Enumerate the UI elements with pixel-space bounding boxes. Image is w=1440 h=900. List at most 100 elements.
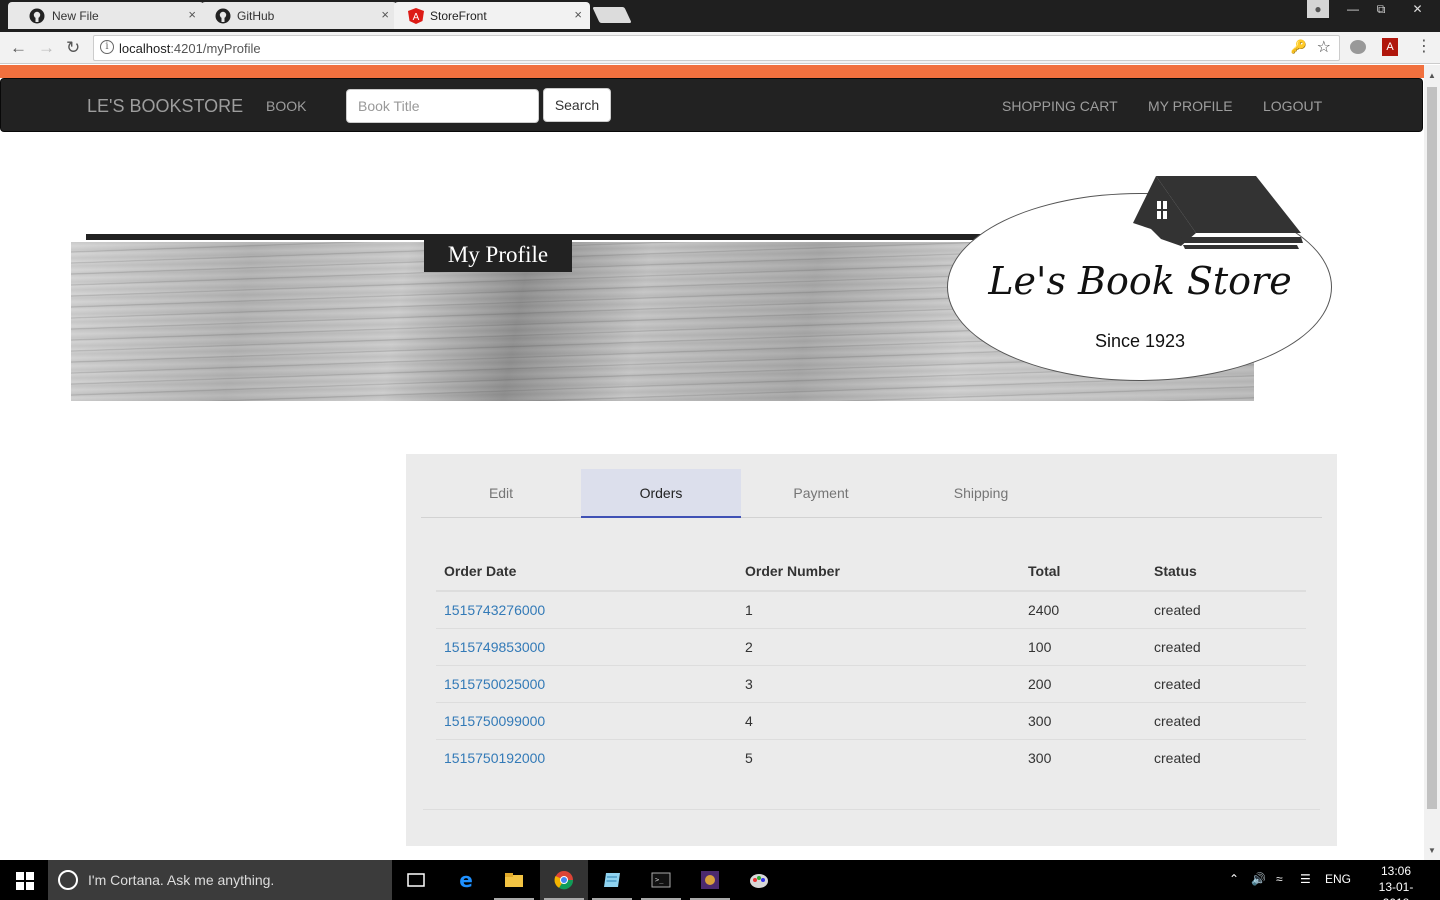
clock-date: 13-01-2018 [1378,880,1414,900]
nav-link-shopping-cart[interactable]: SHOPPING CART [1002,98,1118,114]
system-clock[interactable]: 13:06 13-01-2018 [1366,863,1426,900]
browser-tab-new-file[interactable]: New File × [8,2,204,29]
windows-taskbar: I'm Cortana. Ask me anything. e >_ ⌃ 🔊 ≈… [0,860,1440,900]
tray-chevron-icon[interactable]: ⌃ [1229,872,1239,886]
forward-arrow-icon[interactable]: → [38,38,55,58]
notepad-icon[interactable] [588,860,636,900]
order-date-link[interactable]: 1515750192000 [444,750,545,766]
order-status-cell: created [1146,702,1306,740]
brand-link[interactable]: LE'S BOOKSTORE [87,96,243,117]
table-header-row: Order Date Order Number Total Status [436,551,1306,592]
scrollbar-thumb[interactable] [1427,87,1437,809]
order-status-cell: created [1146,628,1306,666]
back-arrow-icon[interactable]: ← [10,38,27,58]
page-title: My Profile [424,238,572,272]
svg-text:>_: >_ [655,876,664,884]
paint-app-icon[interactable] [735,860,783,900]
info-icon[interactable]: i [100,40,114,54]
clock-time: 13:06 [1380,864,1412,878]
close-icon[interactable]: × [574,7,582,22]
wifi-icon[interactable]: ≈ [1276,872,1283,886]
github-icon [29,8,45,24]
order-status-cell: created [1154,749,1201,766]
new-tab-button[interactable] [592,7,632,23]
column-header-order-date: Order Date [436,551,737,592]
logo-since: Since 1923 [1094,331,1186,351]
scroll-down-icon[interactable]: ▼ [1428,846,1436,855]
close-icon[interactable]: × [188,7,196,22]
order-total-cell: 300 [1020,702,1146,740]
table-row: 1515749853000 2 100 created [436,628,1306,666]
page-viewport: LE'S BOOKSTORE BOOK Search SHOPPING CART… [0,65,1440,860]
pdf-extension-icon[interactable]: A [1382,38,1398,56]
address-bar[interactable]: i localhost:4201/myProfile 🔑 ☆ [93,35,1340,61]
profile-icon[interactable]: ● [1307,0,1329,18]
svg-text:e: e [459,870,473,890]
notification-icon[interactable]: ☰ [1300,872,1311,886]
tab-edit[interactable]: Edit [421,469,581,517]
window-controls: ● — ⧉ ✕ [1307,0,1440,20]
orders-table: Order Date Order Number Total Status 151… [436,551,1306,776]
book-title-search-input[interactable] [346,89,539,123]
close-icon[interactable]: × [381,7,389,22]
extension-icon[interactable] [1350,40,1366,54]
table-row: 1515750099000 4 300 created [436,702,1306,740]
browser-tab-github[interactable]: GitHub × [201,2,397,29]
tab-payment[interactable]: Payment [741,469,901,517]
svg-text:A: A [413,12,420,23]
bookmark-star-icon[interactable]: ☆ [1317,37,1331,57]
cortana-search-box[interactable]: I'm Cortana. Ask me anything. [48,860,392,900]
column-header-order-number: Order Number [737,551,1020,592]
terminal-icon[interactable]: >_ [637,860,685,900]
page-scrollbar[interactable]: ▲ ▼ [1424,65,1440,860]
scroll-up-icon[interactable]: ▲ [1428,71,1436,80]
edge-browser-icon[interactable]: e [442,860,490,900]
browser-tab-storefront[interactable]: A StoreFront × [394,2,590,29]
chrome-icon[interactable] [540,860,588,900]
order-date-cell: 1515750099000 [436,702,737,740]
url-text: localhost:4201/myProfile [119,41,261,56]
menu-dots-icon[interactable]: ⋮ [1416,36,1432,56]
order-date-cell: 1515750192000 [436,739,737,776]
file-explorer-icon[interactable] [490,860,538,900]
order-date-link[interactable]: 1515743276000 [444,602,545,618]
tab-shipping[interactable]: Shipping [901,469,1061,517]
order-number-cell: 2 [737,628,1020,666]
order-total-cell: 200 [1020,665,1146,703]
order-date-link[interactable]: 1515750099000 [444,713,545,729]
nav-link-book[interactable]: BOOK [266,98,306,114]
order-total-cell: 300 [1028,749,1052,766]
browser-tab-label: New File [52,9,99,23]
card-divider [423,809,1320,810]
order-date-cell: 1515743276000 [436,591,737,629]
tab-orders[interactable]: Orders [581,469,741,518]
order-date-link[interactable]: 1515750025000 [444,676,545,692]
key-icon[interactable]: 🔑 [1291,39,1307,55]
order-total-cell: 2400 [1020,591,1146,629]
browser-tab-label: StoreFront [430,9,487,23]
restore-icon[interactable]: ⧉ [1367,0,1395,18]
nav-link-logout[interactable]: LOGOUT [1263,98,1322,114]
column-header-status: Status [1146,551,1306,592]
order-date-link[interactable]: 1515749853000 [444,639,545,655]
windows-start-icon[interactable] [0,860,48,900]
order-date-cell: 1515750025000 [436,665,737,703]
minimize-icon[interactable]: — [1339,0,1367,18]
browser-tabstrip: New File × GitHub × A StoreFront × ● — ⧉… [0,0,1440,32]
browser-tab-label: GitHub [237,9,275,23]
game-app-icon[interactable] [686,860,734,900]
language-indicator[interactable]: ENG [1325,872,1351,886]
logo-text: Le's Book Store [988,259,1292,303]
reload-icon[interactable]: ↻ [66,38,80,58]
banner-divider [86,234,1086,240]
url-host: localhost [119,41,171,56]
volume-icon[interactable]: 🔊 [1251,872,1266,886]
cortana-placeholder: I'm Cortana. Ask me anything. [88,872,275,888]
nav-link-my-profile[interactable]: MY PROFILE [1148,98,1233,114]
task-view-icon[interactable] [392,860,440,900]
accent-bar [0,65,1424,78]
table-row: 1515750025000 3 200 created [436,665,1306,703]
search-button[interactable]: Search [543,88,611,122]
window-close-icon[interactable]: ✕ [1395,0,1440,18]
order-status-cell: created [1146,665,1306,703]
